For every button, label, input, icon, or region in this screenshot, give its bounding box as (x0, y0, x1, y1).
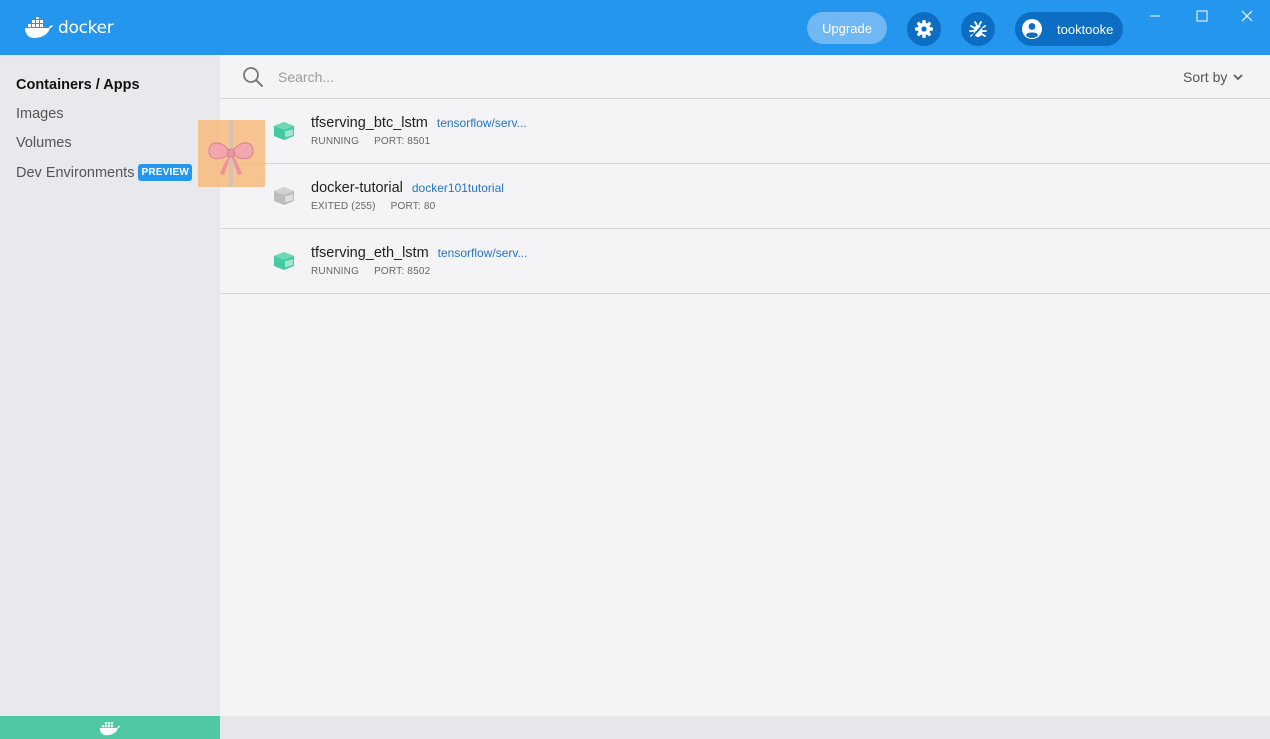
username-label: tooktooke (1057, 21, 1114, 37)
maximize-button[interactable] (1190, 6, 1214, 26)
container-image-link[interactable]: docker101tutorial (412, 181, 504, 195)
top-bar: docker Upgrade tooktooke (0, 0, 1270, 55)
close-button[interactable] (1235, 6, 1259, 26)
engine-status-bar[interactable] (0, 716, 220, 739)
sort-by-label: Sort by (1183, 69, 1228, 85)
container-image-link[interactable]: tensorflow/serv... (438, 246, 528, 260)
sidebar-item-label: Containers / Apps (16, 77, 140, 93)
minimize-icon (1150, 15, 1160, 17)
container-port[interactable]: PORT: 8502 (374, 266, 430, 277)
container-row[interactable]: docker-tutorial docker101tutorial EXITED… (220, 164, 1270, 229)
search-bar: Sort by (220, 55, 1270, 99)
docker-logo: docker (24, 15, 114, 41)
container-running-icon (274, 122, 294, 140)
close-icon (1241, 10, 1253, 22)
whale-icon (25, 17, 53, 38)
container-row[interactable]: tfserving_eth_lstm tensorflow/serv... RU… (220, 229, 1270, 294)
minimize-button[interactable] (1143, 6, 1167, 26)
sidebar-item-images[interactable]: Images (16, 106, 64, 122)
search-input[interactable] (278, 65, 878, 89)
container-name: docker-tutorial (311, 180, 403, 196)
troubleshoot-button[interactable] (961, 12, 995, 46)
preview-badge: PREVIEW (138, 164, 192, 181)
sidebar-item-label: Images (16, 106, 64, 122)
chevron-down-icon (1233, 74, 1243, 81)
container-running-icon (274, 252, 294, 270)
bow-icon (208, 120, 254, 187)
container-name: tfserving_eth_lstm (311, 245, 429, 261)
user-avatar-icon (1022, 19, 1042, 39)
sidebar: Containers / Apps Images Volumes Dev Env… (0, 55, 220, 716)
gift-bow-overlay (198, 120, 265, 187)
sidebar-item-containers-apps[interactable]: Containers / Apps (16, 77, 140, 93)
settings-button[interactable] (907, 12, 941, 46)
search-icon (243, 67, 263, 87)
container-status: EXITED (255) (311, 201, 376, 212)
maximize-icon (1196, 10, 1208, 22)
container-port[interactable]: PORT: 8501 (374, 136, 430, 147)
container-image-link[interactable]: tensorflow/serv... (437, 116, 527, 130)
sidebar-item-dev-environments[interactable]: Dev Environments PREVIEW (16, 164, 192, 181)
container-name: tfserving_btc_lstm (311, 115, 428, 131)
bug-icon (969, 21, 987, 39)
logo-text: docker (58, 18, 114, 38)
gear-icon (915, 20, 933, 38)
container-row[interactable]: tfserving_btc_lstm tensorflow/serv... RU… (220, 99, 1270, 164)
container-status: RUNNING (311, 136, 360, 147)
container-port[interactable]: PORT: 80 (391, 201, 436, 212)
container-exited-icon (274, 187, 294, 205)
whale-status-icon (99, 721, 121, 735)
sidebar-item-volumes[interactable]: Volumes (16, 135, 72, 151)
main-footer (220, 716, 1270, 739)
container-status: RUNNING (311, 266, 360, 277)
sort-by-dropdown[interactable]: Sort by (1183, 69, 1244, 85)
sidebar-item-label: Volumes (16, 135, 72, 151)
sidebar-item-label: Dev Environments (16, 164, 135, 181)
upgrade-button[interactable]: Upgrade (807, 12, 887, 44)
account-button[interactable]: tooktooke (1015, 12, 1123, 46)
